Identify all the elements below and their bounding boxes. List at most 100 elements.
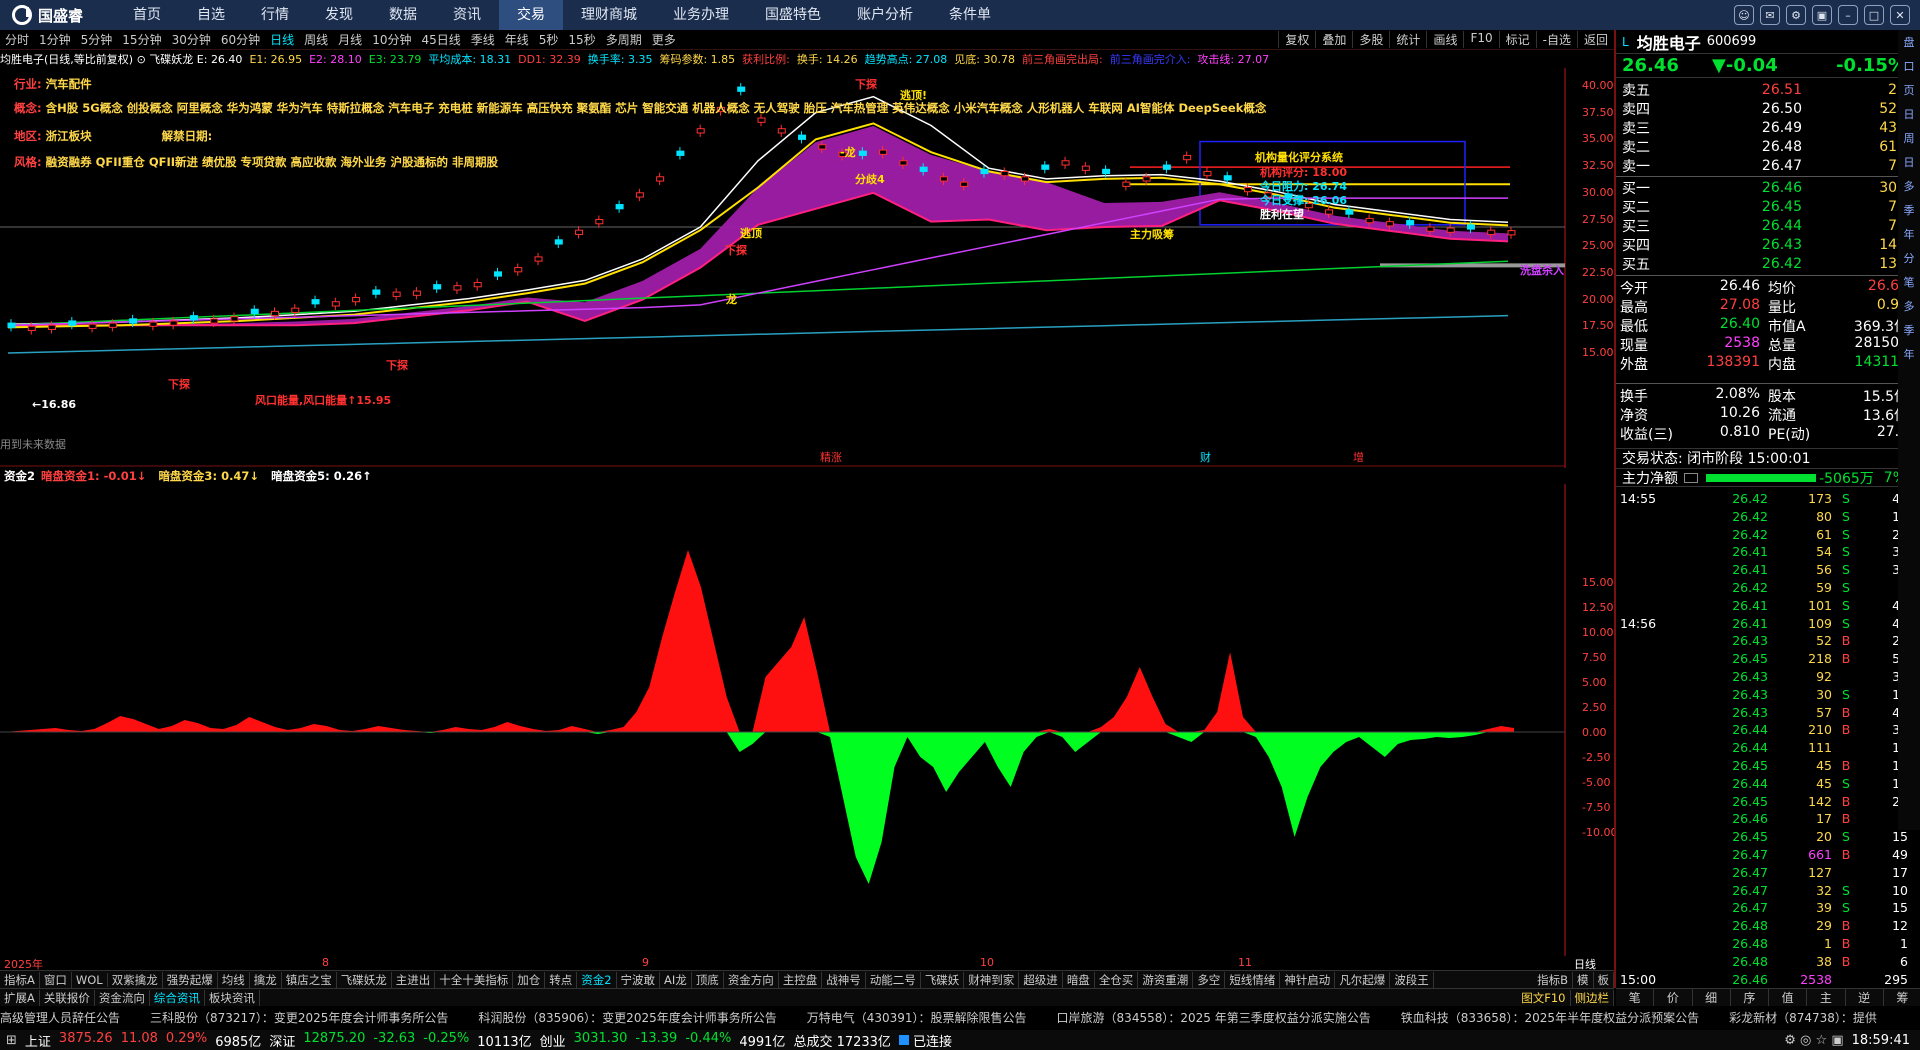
indicator-tab[interactable]: 财神到家	[964, 971, 1020, 988]
news-item[interactable]: 彩龙新材（874738）：提供	[1729, 1009, 1877, 1026]
indicator-tab[interactable]: 指标A	[0, 971, 40, 988]
menu-item[interactable]: 条件单	[931, 0, 1009, 30]
menu-item[interactable]: 首页	[115, 0, 179, 30]
side-toolbar-button[interactable]: 日	[1900, 104, 1918, 126]
indicator-tab[interactable]: 镇店之宝	[282, 971, 337, 988]
news-side-tab[interactable]: 侧边栏	[1571, 989, 1614, 1006]
news-item[interactable]: 三科股份（873217）：变更2025年度会计师事务所公告	[150, 1009, 448, 1026]
orderbook-row[interactable]: 卖三 26.49 439	[1616, 118, 1912, 137]
quote-footer-tab[interactable]: 筹	[1884, 989, 1920, 1006]
side-toolbar-button[interactable]: 口	[1900, 56, 1918, 78]
indicator-tab[interactable]: 资金2	[577, 971, 617, 988]
indicator-tab[interactable]: 动能二号	[866, 971, 921, 988]
chart-tool[interactable]: F10	[1463, 31, 1498, 48]
period-tab[interactable]: 30分钟	[167, 31, 216, 48]
menu-item[interactable]: 行情	[243, 0, 307, 30]
period-tab[interactable]: 60分钟	[216, 31, 265, 48]
chart-tool[interactable]: -自选	[1535, 31, 1577, 48]
menu-item[interactable]: 交易	[499, 0, 563, 30]
fund-chart-panel[interactable]: 15.00 12.50 10.00 7.50 5.00 2.50 0.00 -2.50 -5.0…	[0, 484, 1614, 956]
indicator-tab[interactable]: 凡尔起爆	[1335, 971, 1391, 988]
indicator-tab[interactable]: 窗口	[40, 971, 72, 988]
indicator-tab[interactable]: 暗盘	[1063, 971, 1095, 988]
news-ticker[interactable]: 高级管理人员辞任公告 三科股份（873217）：变更2025年度会计师事务所公告 科…	[0, 1007, 1920, 1027]
period-tab[interactable]: 15秒	[563, 31, 600, 48]
status-left-icon[interactable]: ⊞	[6, 1033, 17, 1048]
side-toolbar-button[interactable]: 年	[1900, 344, 1918, 366]
indicator-tab[interactable]: 十全十美指标	[435, 971, 514, 988]
menu-item[interactable]: 数据	[371, 0, 435, 30]
status-tools[interactable]: ⚙ ◎ ☆ ▣	[1784, 1033, 1843, 1048]
period-tab[interactable]: 更多	[647, 31, 681, 48]
chart-tool[interactable]: 返回	[1576, 31, 1614, 48]
quote-footer-tab[interactable]: 逆	[1846, 989, 1884, 1006]
side-toolbar-button[interactable]: 分	[1900, 248, 1918, 270]
indicator-tab[interactable]: 强势起爆	[163, 971, 218, 988]
indicator-tab[interactable]: 加仓	[513, 971, 546, 988]
period-tab[interactable]: 45日线	[416, 31, 465, 48]
side-toolbar-button[interactable]: 日	[1900, 152, 1918, 174]
quote-footer-tab[interactable]: 价	[1654, 989, 1693, 1006]
chart-tool[interactable]: 叠加	[1315, 31, 1352, 48]
indicator-tab[interactable]: 资金方向	[724, 971, 779, 988]
side-toolbar-button[interactable]: 周	[1900, 128, 1918, 150]
indicator-tab[interactable]: 飞碟妖	[921, 971, 965, 988]
side-toolbar-button[interactable]: 年	[1900, 224, 1918, 246]
indicator-tab[interactable]: 主控盘	[779, 971, 823, 988]
news-item[interactable]: 万特电气（430391）：股票解除限售公告	[807, 1009, 1027, 1026]
period-tab[interactable]: 日线	[265, 31, 299, 48]
side-toolbar-button[interactable]: 多	[1900, 176, 1918, 198]
news-item[interactable]: 铁血科技（833658）：2025年半年度权益分派预案公告	[1401, 1009, 1699, 1026]
indicator-tab[interactable]: 超级进	[1019, 971, 1063, 988]
indicator-tab[interactable]: 游资重潮	[1138, 971, 1194, 988]
orderbook-row[interactable]: 买一 26.46 302	[1616, 178, 1912, 197]
indicator-tab-right[interactable]: 指标B	[1533, 971, 1573, 988]
indicator-tab[interactable]: 多空	[1193, 971, 1226, 988]
news-side-tab[interactable]: 图文F10	[1517, 989, 1571, 1006]
indicator-tab[interactable]: 均线	[218, 971, 250, 988]
news-item[interactable]: 科润股份（835906）：变更2025年度会计师事务所公告	[478, 1009, 776, 1026]
orderbook-row[interactable]: 买五 26.42 132	[1616, 254, 1912, 273]
chat-icon[interactable]: ☺	[1734, 5, 1754, 25]
stock-name[interactable]: 均胜电子	[1637, 30, 1701, 54]
menu-item[interactable]: 账户分析	[839, 0, 931, 30]
indicator-tab[interactable]: 擒龙	[250, 971, 282, 988]
indicator-tab[interactable]: 顶底	[692, 971, 724, 988]
indicator-tab[interactable]: 神针启动	[1280, 971, 1336, 988]
period-tab[interactable]: 月线	[333, 31, 367, 48]
indicator-tab[interactable]: 全仓买	[1095, 971, 1139, 988]
period-tab[interactable]: 周线	[299, 31, 333, 48]
indicator-tab[interactable]: 波段王	[1390, 971, 1434, 988]
close-icon[interactable]: ✕	[1890, 5, 1910, 25]
chart-tool[interactable]: 复权	[1278, 31, 1315, 48]
chart-tool[interactable]: 画线	[1426, 31, 1463, 48]
orderbook-row[interactable]: 买四 26.43 146	[1616, 235, 1912, 254]
orderbook-row[interactable]: 卖四 26.50 522	[1616, 99, 1912, 118]
orderbook-row[interactable]: 卖一26.4771	[1616, 156, 1912, 175]
message-icon[interactable]: ✉	[1760, 5, 1780, 25]
menu-item[interactable]: 资讯	[435, 0, 499, 30]
extension-tab[interactable]: 扩展A	[0, 989, 40, 1006]
menu-item[interactable]: 理财商城	[563, 0, 655, 30]
side-toolbar-button[interactable]: 季	[1900, 200, 1918, 222]
minimize-icon[interactable]: –	[1838, 5, 1858, 25]
quote-footer-tab[interactable]: 值	[1769, 989, 1808, 1006]
orderbook-row[interactable]: 买二26.4575	[1616, 197, 1912, 216]
quote-footer-tab[interactable]: 序	[1731, 989, 1769, 1006]
period-tab[interactable]: 15分钟	[117, 31, 166, 48]
extension-tab[interactable]: 板块资讯	[205, 989, 260, 1006]
indicator-tab[interactable]: 宁波敢	[617, 971, 661, 988]
settings-icon[interactable]: ⚙	[1786, 5, 1806, 25]
indicator-tab[interactable]: 主进出	[392, 971, 436, 988]
news-item[interactable]: 口岸旅游（834558）：2025 年第三季度权益分派实施公告	[1057, 1009, 1371, 1026]
chart-tool[interactable]: 多股	[1352, 31, 1389, 48]
side-toolbar-button[interactable]: 盘	[1900, 32, 1918, 54]
period-tab[interactable]: 10分钟	[367, 31, 416, 48]
period-tab[interactable]: 5秒	[534, 31, 564, 48]
indicator-tab[interactable]: 飞碟妖龙	[337, 971, 392, 988]
price-chart-panel[interactable]: 下探 逃顶! 逃顶 -龙 分歧4 主力吸筹 洗盘杀入 ←16.86 风口能量,风口能量↑15.9…	[0, 68, 1614, 468]
flow-toggle-icon[interactable]	[1684, 472, 1698, 483]
extension-tab[interactable]: 资金流向	[95, 989, 150, 1006]
indicator-tab[interactable]: 短线情绪	[1225, 971, 1281, 988]
indicator-tab-right[interactable]: 板	[1594, 971, 1614, 988]
